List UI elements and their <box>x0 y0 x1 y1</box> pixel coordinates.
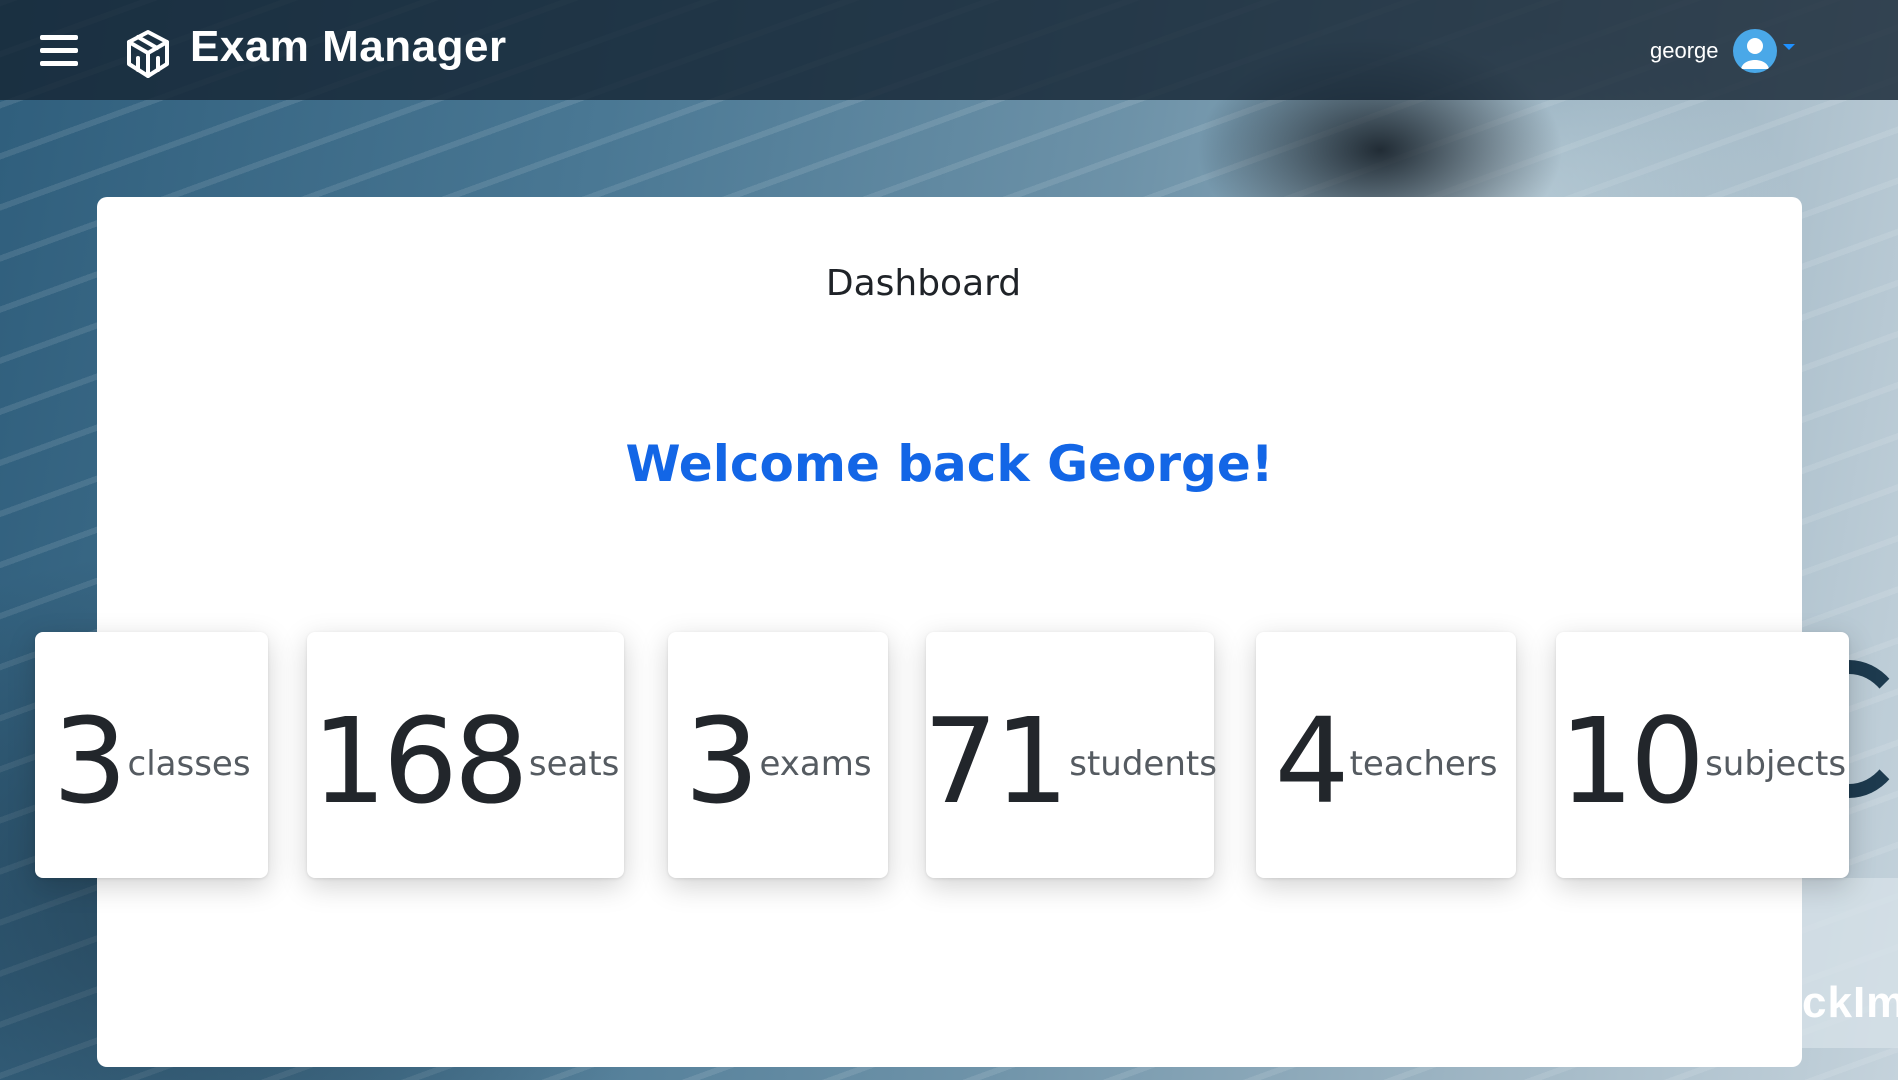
username-label: george <box>1650 38 1719 63</box>
stat-label: classes <box>127 744 251 784</box>
user-menu[interactable]: george <box>1650 28 1795 74</box>
stat-value: 168 <box>311 692 529 830</box>
stat-value: 3 <box>52 692 127 830</box>
stat-label: teachers <box>1349 744 1498 784</box>
stat-label: subjects <box>1705 744 1847 784</box>
cube-logo-icon <box>127 30 169 78</box>
app-title: Exam Manager <box>190 22 507 71</box>
stat-exams[interactable]: 3 exams <box>668 632 888 878</box>
welcome-message: Welcome back George! <box>625 435 1274 493</box>
stat-teachers[interactable]: 4 teachers <box>1256 632 1516 878</box>
stat-value: 10 <box>1558 692 1705 830</box>
stat-value: 4 <box>1274 692 1349 830</box>
stat-students[interactable]: 71 students <box>923 632 1217 878</box>
watermark-text: ckIm <box>1802 978 1898 1027</box>
stat-value: 71 <box>923 692 1069 830</box>
stat-classes[interactable]: 3 classes <box>35 632 268 878</box>
stat-value: 3 <box>684 692 759 830</box>
top-navbar: Exam Manager george <box>0 0 1898 100</box>
stat-label: exams <box>759 744 872 784</box>
stat-label: students <box>1069 744 1217 784</box>
stat-seats[interactable]: 168 seats <box>307 632 624 878</box>
user-avatar-icon[interactable] <box>1732 29 1777 73</box>
stat-label: seats <box>528 744 620 784</box>
hamburger-menu-icon[interactable] <box>40 35 78 67</box>
stat-subjects[interactable]: 10 subjects <box>1556 632 1849 878</box>
caret-down-icon[interactable] <box>1782 44 1795 50</box>
background-watermark: ckIm <box>1798 878 1898 1048</box>
page-title: Dashboard <box>825 263 1022 304</box>
